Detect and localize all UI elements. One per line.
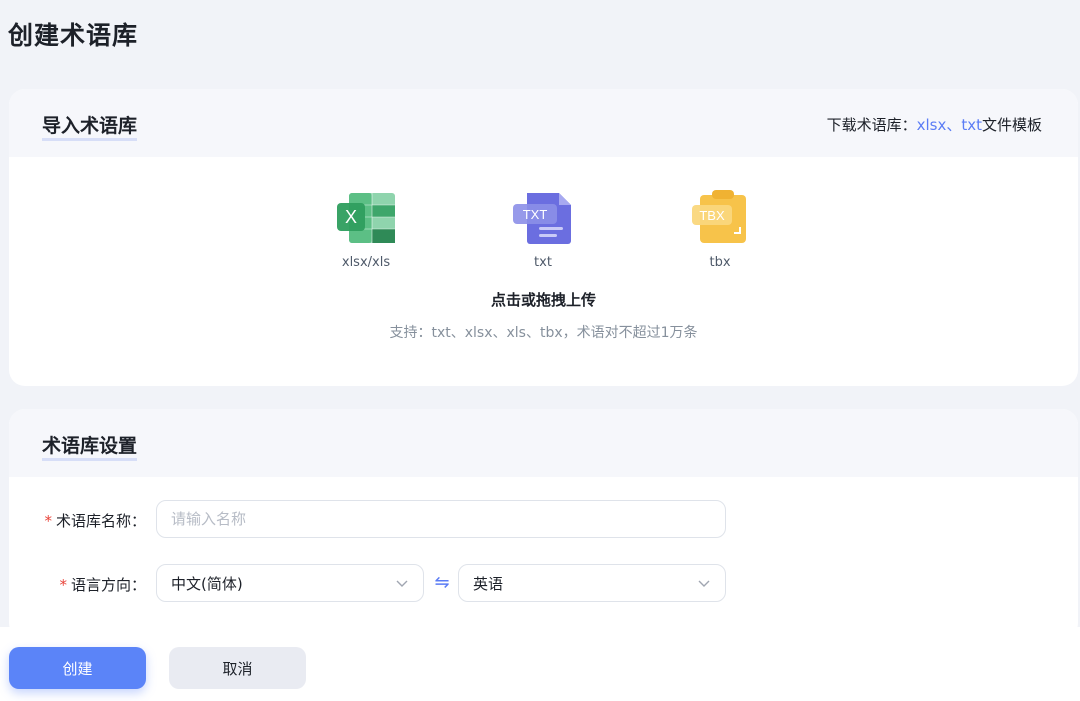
txt-icon-text: TXT (523, 207, 548, 222)
file-type-xlsx: X xlsx/xls (316, 187, 416, 270)
target-language-value: 英语 (473, 574, 504, 593)
chevron-down-icon (396, 580, 408, 587)
import-card: 导入术语库 下载术语库：xlsx、txt文件模板 X xlsx/xls TXT … (9, 89, 1078, 386)
cancel-button[interactable]: 取消 (169, 647, 306, 689)
create-button[interactable]: 创建 (9, 647, 146, 689)
tbx-file-icon: TBX (692, 190, 746, 243)
source-language-select[interactable]: 中文(简体) (156, 564, 424, 602)
chevron-down-icon (698, 580, 710, 587)
name-label: * 术语库名称： (44, 510, 146, 531)
language-label: * 语言方向： (59, 574, 146, 595)
file-type-label: txt (534, 255, 552, 270)
name-label-text: 术语库名称： (55, 512, 146, 530)
required-mark: * (44, 512, 52, 530)
download-separator: 、 (946, 116, 962, 134)
glossary-name-input[interactable] (156, 500, 726, 538)
upload-title: 点击或拖拽上传 (490, 291, 596, 309)
required-mark: * (59, 576, 67, 594)
txt-file-icon: TXT (513, 193, 571, 244)
settings-section-title: 术语库设置 (42, 431, 138, 461)
download-txt-link[interactable]: txt (961, 116, 982, 134)
name-form-row: * 术语库名称： (9, 500, 1078, 538)
settings-card: 术语库设置 *术语库名称： *语言方向： 中文(简体) ⇋ 英语 (9, 409, 1078, 639)
upload-dropzone[interactable]: X xlsx/xls TXT txt TBX tbx 点击或拖拽上传 支持：tx… (9, 157, 1078, 386)
excel-icon-text: X (345, 207, 357, 227)
language-label-text: 语言方向： (70, 576, 146, 594)
file-type-label: xlsx/xls (341, 255, 391, 270)
excel-file-icon: X (337, 193, 395, 243)
file-type-tbx: TBX tbx (670, 187, 770, 270)
swap-icon[interactable]: ⇋ (432, 572, 452, 593)
settings-card-header: 术语库设置 (9, 409, 1078, 477)
file-type-txt: TXT txt (493, 187, 593, 270)
download-suffix: 文件模板 (981, 116, 1042, 134)
import-section-title: 导入术语库 (42, 111, 138, 141)
download-prefix: 下载术语库： (826, 116, 917, 134)
source-language-value: 中文(简体) (171, 574, 243, 593)
upload-hint: 支持：txt、xlsx、xls、tbx，术语对不超过1万条 (389, 325, 698, 341)
file-type-label: tbx (709, 255, 731, 270)
target-language-select[interactable]: 英语 (458, 564, 726, 602)
download-xlsx-link[interactable]: xlsx (917, 116, 947, 134)
footer-bar: 创建 取消 (0, 627, 1080, 701)
tbx-icon-text: TBX (699, 208, 725, 223)
download-template: 下载术语库：xlsx、txt文件模板 (827, 114, 1042, 135)
page-title: 创建术语库 (8, 21, 139, 50)
language-form-row: * 语言方向： 中文(简体) ⇋ 英语 (9, 564, 1078, 602)
import-card-header: 导入术语库 下载术语库：xlsx、txt文件模板 (9, 89, 1078, 157)
